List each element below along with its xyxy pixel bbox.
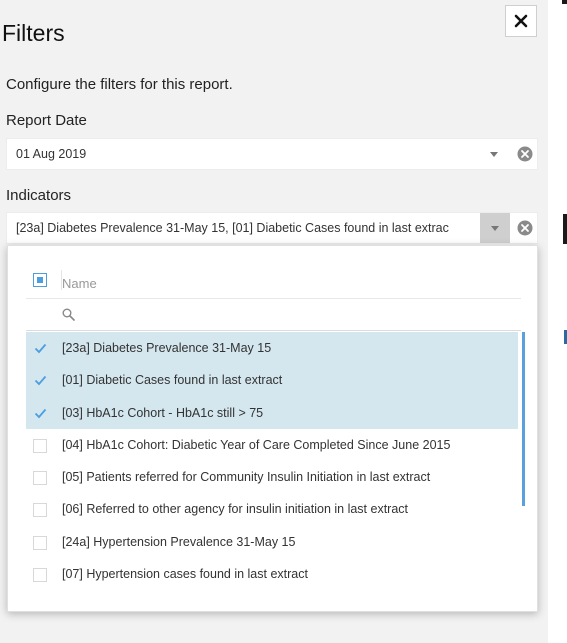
background-page-edge [548,0,567,643]
indicators-select[interactable]: [23a] Diabetes Prevalence 31-May 15, [01… [6,212,538,244]
close-button[interactable] [505,5,537,37]
list-item-label: [05] Patients referred for Community Ins… [62,470,431,485]
report-date-select[interactable]: 01 Aug 2019 [6,138,538,170]
panel-title: Filters [2,20,65,46]
list-scrollbar[interactable] [522,332,525,506]
list-item[interactable]: [01] Diabetic Cases found in last extrac… [26,364,518,397]
report-date-value: 01 Aug 2019 [16,147,87,161]
indicator-list: [23a] Diabetes Prevalence 31-May 15 [01] … [26,332,518,590]
check-icon [34,376,47,386]
list-item[interactable]: [06] Referred to other agency for insuli… [26,493,518,525]
chevron-down-icon [491,226,499,231]
list-item-label: [01] Diabetic Cases found in last extrac… [62,373,283,388]
name-column-header[interactable]: Name [62,276,97,291]
list-item[interactable]: [05] Patients referred for Community Ins… [26,461,518,493]
list-item-label: [06] Referred to other agency for insuli… [62,502,409,517]
background-fragment [563,214,567,244]
indicators-dropdown-list: Name [23a] Diabetes Prevalence 31-May 15… [7,245,538,612]
clear-icon[interactable] [517,146,533,162]
list-item[interactable]: [24a] Hypertension Prevalence 31-May 15 [26,526,518,558]
indicator-checkbox[interactable] [33,568,47,583]
list-item-label: [04] HbA1c Cohort: Diabetic Year of Care… [62,437,451,452]
clear-icon[interactable] [517,220,533,236]
indicators-label: Indicators [6,187,72,204]
list-item[interactable]: [04] HbA1c Cohort: Diabetic Year of Care… [26,429,518,461]
report-date-label: Report Date [6,112,87,129]
indicators-value: [23a] Diabetes Prevalence 31-May 15, [01… [16,221,449,235]
select-all-checkbox[interactable] [33,273,47,287]
list-item-label: [23a] Diabetes Prevalence 31-May 15 [62,341,272,355]
list-item-label: [03] HbA1c Cohort - HbA1c still > 75 [62,405,264,420]
search-icon [62,308,75,321]
list-item-label: [07] Hypertension cases found in last ex… [62,567,308,582]
list-item-label: [24a] Hypertension Prevalence 31-May 15 [62,534,296,549]
indicator-checkbox[interactable] [33,471,47,486]
list-item[interactable]: [03] HbA1c Cohort - HbA1c still > 75 [26,396,518,429]
list-item[interactable]: [07] Hypertension cases found in last ex… [26,558,518,590]
chevron-down-icon[interactable] [490,152,498,157]
close-icon [514,14,528,28]
divider [26,330,521,331]
search-input[interactable] [26,299,521,331]
check-icon [34,408,47,418]
filters-panel: Filters Configure the filters for this r… [0,0,548,643]
indicator-checkbox[interactable] [33,535,47,550]
check-icon [34,343,47,354]
indicators-dropdown-button[interactable] [480,213,510,243]
background-fragment [562,0,567,4]
list-item[interactable]: [23a] Diabetes Prevalence 31-May 15 [26,332,518,365]
indicator-checkbox[interactable] [33,503,47,518]
panel-description: Configure the filters for this report. [6,76,233,93]
indicator-checkbox[interactable] [33,438,47,453]
